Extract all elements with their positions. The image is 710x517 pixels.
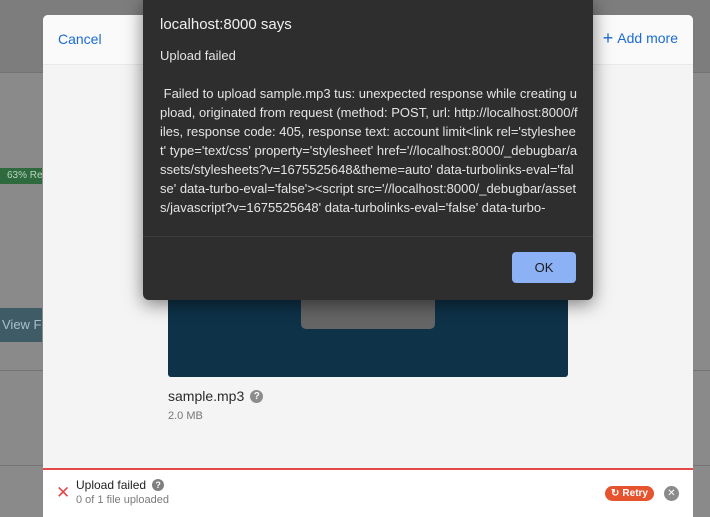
alert-message: Failed to upload sample.mp3 tus: unexpec… xyxy=(160,86,578,215)
upload-status-bar: ✕ Upload failed ? 0 of 1 file uploaded ↻… xyxy=(43,468,693,517)
question-icon[interactable]: ? xyxy=(152,479,165,491)
file-size: 2.0 MB xyxy=(168,410,203,422)
retry-icon: ↻ xyxy=(611,488,620,499)
question-icon[interactable]: ? xyxy=(250,389,264,403)
alert-title: Upload failed xyxy=(160,48,236,63)
background-progress-badge: 63% Re xyxy=(0,168,42,184)
cancel-upload-close-icon[interactable]: ✕ xyxy=(664,486,679,501)
retry-button[interactable]: ↻ Retry xyxy=(605,486,654,501)
alert-message-area[interactable]: Upload failed Failed to upload sample.mp… xyxy=(160,46,578,235)
alert-divider xyxy=(143,236,593,237)
status-title: Upload failed ? xyxy=(76,478,165,492)
retry-label: Retry xyxy=(622,488,648,499)
add-more-button[interactable]: + Add more xyxy=(602,28,678,48)
background-view-button[interactable]: View F xyxy=(0,308,42,342)
alert-origin: localhost:8000 says xyxy=(160,16,292,33)
add-more-label: Add more xyxy=(617,30,678,46)
file-name: sample.mp3 ? xyxy=(168,388,264,404)
plus-icon: + xyxy=(602,28,614,48)
error-x-icon: ✕ xyxy=(56,483,71,502)
status-title-text: Upload failed xyxy=(76,478,147,492)
cancel-button[interactable]: Cancel xyxy=(58,31,102,47)
browser-alert-dialog: localhost:8000 says Upload failed Failed… xyxy=(143,0,593,300)
status-subtitle: 0 of 1 file uploaded xyxy=(76,494,169,506)
file-name-text: sample.mp3 xyxy=(168,388,245,404)
ok-button[interactable]: OK xyxy=(512,252,576,283)
